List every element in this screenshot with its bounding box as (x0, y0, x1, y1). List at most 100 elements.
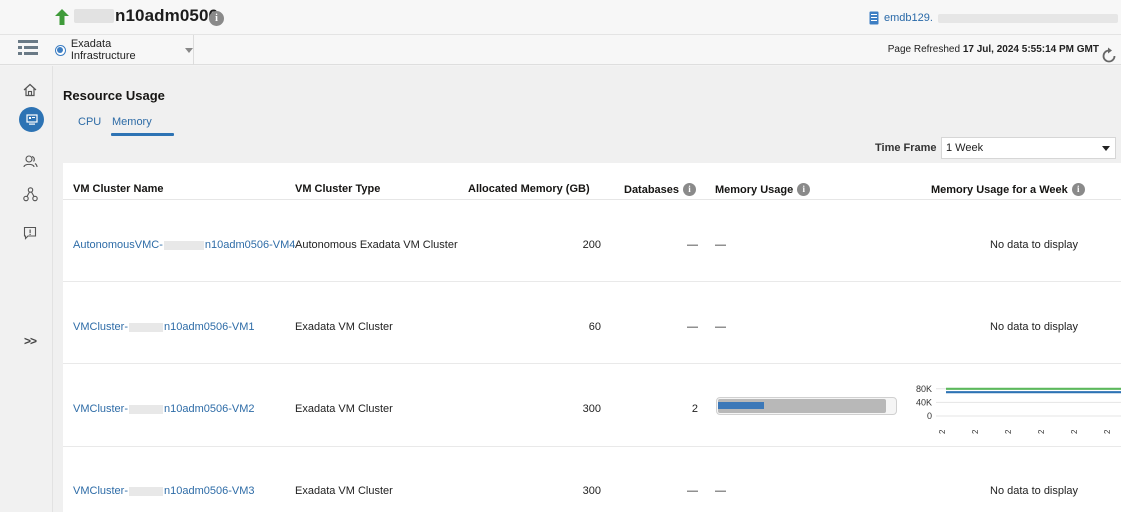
databases-count: — (687, 485, 698, 497)
chart-y-tick-label: 0 (927, 411, 932, 421)
cluster-name-prefix: VMCluster- (73, 403, 129, 415)
redacted-text (163, 240, 204, 250)
expand-nav-button[interactable]: >> (24, 334, 37, 348)
memory-usage-value: — (715, 321, 726, 333)
column-header-allocated[interactable]: Allocated Memory (GB) (468, 183, 590, 195)
status-up-icon (55, 9, 69, 25)
context-bar: Exadata Infrastructure Page Refreshed 17… (0, 35, 1121, 65)
chart-x-tick-label: 2 (971, 429, 980, 434)
row-divider (63, 446, 1121, 447)
target-context-label: Exadata Infrastructure (70, 38, 136, 62)
memory-week-chart[interactable]: 80K 40K 0 2 2 2 2 2 2 (910, 374, 1121, 442)
redacted-text (129, 404, 164, 414)
cluster-type: Exadata VM Cluster (295, 321, 393, 333)
feedback-icon[interactable] (20, 223, 40, 243)
database-link-label[interactable]: emdb129. (884, 12, 933, 24)
redacted-text (74, 9, 114, 23)
chart-y-tick-label: 40K (916, 397, 932, 407)
tab-cpu[interactable]: CPU (78, 116, 101, 128)
chevron-down-icon (1102, 146, 1110, 151)
allocated-memory: 200 (582, 239, 601, 251)
row-divider (63, 281, 1121, 282)
no-data-message: No data to display (990, 321, 1079, 333)
time-frame-select[interactable]: 1 Week (941, 137, 1116, 159)
cluster-name-suffix: n10adm0506-VM4 (204, 239, 296, 251)
chart-x-tick-label: 2 (938, 429, 947, 434)
redacted-text (937, 13, 1118, 23)
refresh-prefix: Page Refreshed (887, 44, 961, 55)
time-frame-label: Time Frame (875, 142, 937, 154)
home-icon[interactable] (20, 80, 40, 100)
server-icon (869, 11, 879, 25)
cluster-name-suffix: n10adm0506-VM1 (164, 321, 255, 333)
info-icon[interactable]: i (209, 11, 224, 26)
cluster-name-prefix: AutonomousVMC- (73, 239, 163, 251)
memory-usage-fill (718, 402, 764, 409)
cluster-type: Exadata VM Cluster (295, 403, 393, 415)
cluster-type: Exadata VM Cluster (295, 485, 393, 497)
table-row-name-link[interactable]: VMCluster-n10adm0506-VM2 (73, 403, 255, 415)
table-row-name-link[interactable]: VMCluster-n10adm0506-VM3 (73, 485, 255, 497)
users-icon[interactable] (20, 151, 40, 171)
resource-usage-table: VM Cluster Name VM Cluster Type Allocate… (63, 163, 1121, 512)
chart-x-tick-label: 2 (1037, 429, 1046, 434)
memory-usage-value: — (715, 239, 726, 251)
databases-count: — (687, 321, 698, 333)
column-header-databases[interactable]: Databases i (624, 183, 697, 196)
navigation-menu-icon[interactable] (17, 38, 39, 58)
chevron-down-icon (185, 47, 193, 53)
cluster-name-prefix: VMCluster- (73, 321, 129, 333)
column-header-label: Memory Usage for a Week (931, 183, 1068, 196)
no-data-message: No data to display (990, 239, 1079, 251)
chart-x-tick-label: 2 (1103, 429, 1112, 434)
hierarchy-icon[interactable] (20, 184, 40, 204)
row-divider (63, 363, 1121, 364)
cluster-name-prefix: VMCluster- (73, 485, 129, 497)
column-header-label: Memory Usage (715, 183, 794, 196)
column-header-label: Allocated Memory (GB) (468, 183, 590, 195)
column-header-label: Databases (624, 183, 680, 196)
column-header-memory-week[interactable]: Memory Usage for a Week i (931, 183, 1085, 196)
cluster-name-suffix: n10adm0506-VM3 (164, 485, 255, 497)
column-header-name[interactable]: VM Cluster Name (73, 183, 163, 195)
column-header-type[interactable]: VM Cluster Type (295, 183, 380, 195)
section-title: Resource Usage (63, 88, 165, 103)
redacted-text (129, 486, 164, 496)
memory-usage-bar[interactable] (716, 397, 897, 415)
target-type-icon (55, 44, 66, 56)
redacted-text (129, 322, 164, 332)
chart-x-tick-label: 2 (1004, 429, 1013, 434)
memory-usage-value: — (715, 485, 726, 497)
info-icon[interactable]: i (1071, 183, 1085, 196)
table-row-name-link[interactable]: AutonomousVMC-n10adm0506-VM4 (73, 239, 295, 251)
top-header: n10adm0506 i emdb129. (0, 0, 1121, 35)
no-data-message: No data to display (990, 485, 1079, 497)
column-header-label: VM Cluster Type (295, 183, 381, 195)
header-divider (63, 199, 1121, 200)
databases-count: 2 (691, 403, 698, 415)
refresh-icon[interactable] (1100, 47, 1118, 65)
column-header-memory-usage[interactable]: Memory Usage i (715, 183, 811, 196)
tab-selected-indicator (111, 133, 174, 136)
chart-y-tick-label: 80K (916, 384, 932, 394)
allocated-memory: 300 (582, 485, 601, 497)
column-header-label: VM Cluster Name (73, 183, 164, 195)
chart-x-tick-label: 2 (1070, 429, 1079, 434)
info-icon[interactable]: i (683, 183, 697, 196)
cluster-name-suffix: n10adm0506-VM2 (164, 403, 255, 415)
left-nav-rail: >> (0, 66, 53, 512)
allocated-memory: 300 (582, 403, 601, 415)
cluster-type: Autonomous Exadata VM Cluster (295, 239, 458, 251)
time-frame-value: 1 Week (946, 142, 984, 154)
table-row-name-link[interactable]: VMCluster-n10adm0506-VM1 (73, 321, 255, 333)
info-icon[interactable]: i (797, 183, 811, 196)
page-refreshed-status: Page Refreshed 17 Jul, 2024 5:55:14 PM G… (888, 44, 1099, 55)
main-content: Resource Usage CPU Memory Time Frame 1 W… (53, 66, 1121, 512)
page-title: n10adm0506 (115, 6, 219, 25)
targets-icon[interactable] (19, 107, 44, 132)
refresh-time: 17 Jul, 2024 5:55:14 PM GMT (962, 44, 1099, 55)
target-context-selector[interactable]: Exadata Infrastructure (54, 35, 194, 65)
tab-memory[interactable]: Memory (112, 116, 152, 128)
database-link[interactable]: emdb129. (869, 11, 1118, 25)
allocated-memory: 60 (588, 321, 601, 333)
